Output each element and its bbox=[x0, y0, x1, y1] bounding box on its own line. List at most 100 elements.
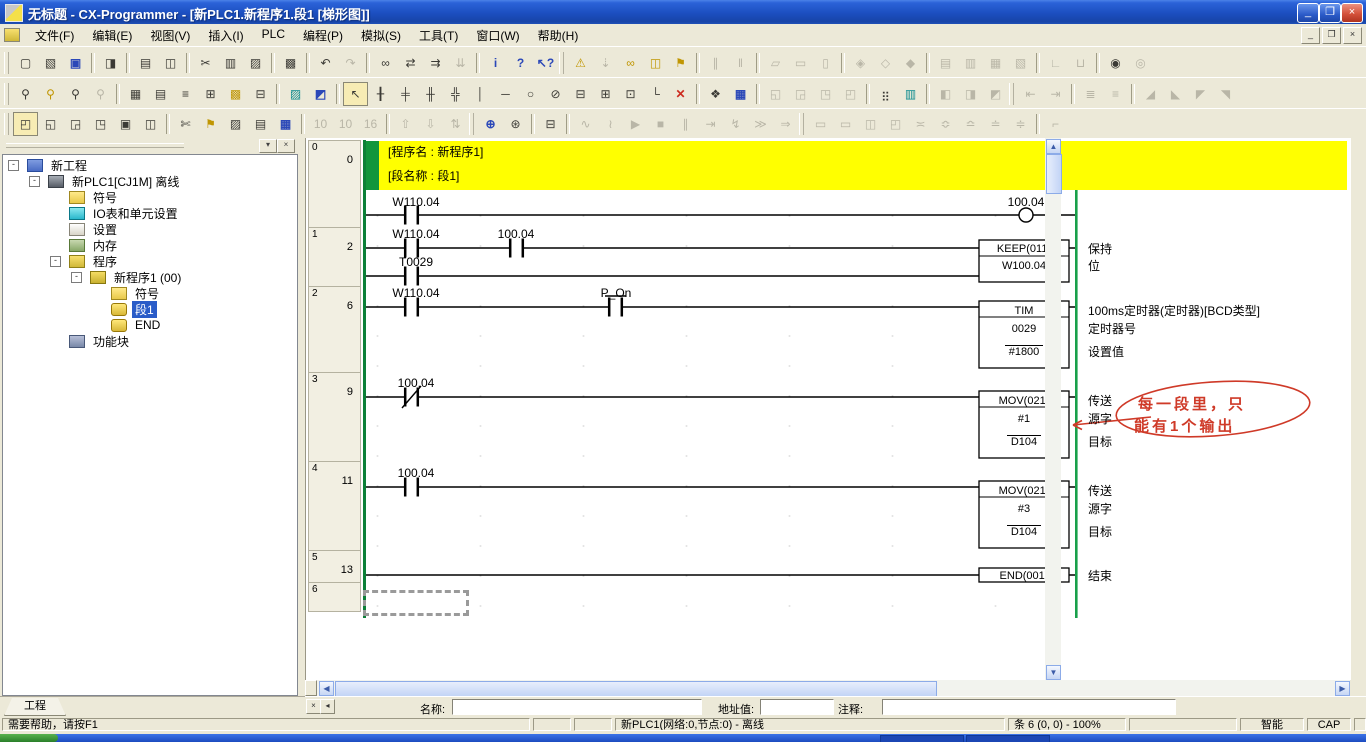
line-connect-icon[interactable]: └ bbox=[643, 82, 668, 106]
indent-right-icon[interactable]: ⇥ bbox=[1043, 82, 1068, 106]
menu-program[interactable]: 编程(P) bbox=[294, 24, 352, 47]
options-icon[interactable]: ⊟ bbox=[538, 112, 563, 136]
force-set-icon[interactable]: ◢ bbox=[1138, 82, 1163, 106]
rung-gutter-cell[interactable]: 1 2 bbox=[308, 227, 361, 287]
watch-scroll-left-icon[interactable]: ◂ bbox=[320, 699, 335, 714]
taskbar-button[interactable] bbox=[880, 735, 964, 742]
force-off-icon[interactable]: ⊔ bbox=[1068, 51, 1093, 75]
horizontal-scroll-thumb[interactable] bbox=[335, 681, 937, 697]
horizontal-line-icon[interactable]: ─ bbox=[493, 82, 518, 106]
minimize-button[interactable]: _ bbox=[1297, 3, 1319, 23]
scroll-right-icon[interactable]: ▶ bbox=[1335, 681, 1350, 696]
rung-gutter-cell[interactable]: 2 6 bbox=[308, 286, 361, 373]
paste-special-icon[interactable]: ▩ bbox=[278, 51, 303, 75]
contact-w110-04-rung2[interactable] bbox=[405, 298, 418, 317]
insert-rung-below-icon[interactable]: ◲ bbox=[788, 82, 813, 106]
diff-both-icon[interactable]: ≏ bbox=[958, 112, 983, 136]
validate-warning-icon[interactable]: ⚠ bbox=[568, 51, 593, 75]
find-next-icon[interactable]: ⇉ bbox=[423, 51, 448, 75]
address-reference-icon[interactable]: ⚑ bbox=[198, 112, 223, 136]
redo-icon[interactable]: ↷ bbox=[338, 51, 363, 75]
watch-del-icon[interactable]: ◨ bbox=[958, 82, 983, 106]
diff-down-icon[interactable]: ≎ bbox=[933, 112, 958, 136]
find-error-icon[interactable]: ∞ bbox=[618, 51, 643, 75]
taskbar-button[interactable] bbox=[966, 735, 1050, 742]
indent-left-icon[interactable]: ⇤ bbox=[1018, 82, 1043, 106]
compile-icon[interactable]: ◨ bbox=[98, 51, 123, 75]
open-file-icon[interactable]: ▧ bbox=[38, 51, 63, 75]
io-window-icon[interactable]: ◫ bbox=[138, 112, 163, 136]
set-password-icon[interactable]: ⊕ bbox=[478, 112, 503, 136]
tree-item-function-block[interactable]: 功能块 bbox=[3, 333, 297, 349]
resume-hand-icon[interactable]: ≀ bbox=[598, 112, 623, 136]
menu-tools[interactable]: 工具(T) bbox=[410, 24, 467, 47]
ladder-editor[interactable]: 0 0 1 2 2 6 3 9 bbox=[305, 138, 1351, 680]
delete-rung-icon[interactable]: ◳ bbox=[813, 82, 838, 106]
contact-no-icon[interactable]: ╂ bbox=[368, 82, 393, 106]
coil-no-icon[interactable]: ○ bbox=[518, 82, 543, 106]
start-button[interactable] bbox=[0, 734, 58, 742]
align-top-icon[interactable]: ≣ bbox=[1078, 82, 1103, 106]
output-window-icon[interactable]: ▤ bbox=[248, 112, 273, 136]
tree-view-icon[interactable]: ⊟ bbox=[248, 82, 273, 106]
error-log-icon[interactable]: ⚑ bbox=[668, 51, 693, 75]
zoom-in-icon[interactable]: ⚲ bbox=[13, 82, 38, 106]
tree-item-end[interactable]: END bbox=[3, 317, 297, 333]
windows-taskbar[interactable] bbox=[0, 734, 1366, 742]
menu-help[interactable]: 帮助(H) bbox=[529, 24, 588, 47]
menu-plc[interactable]: PLC bbox=[253, 24, 294, 47]
error-list-icon[interactable]: ◫ bbox=[643, 51, 668, 75]
calendar-icon[interactable]: ▦ bbox=[728, 82, 753, 106]
tree-item-settings[interactable]: 设置 bbox=[3, 221, 297, 237]
cascade-window-icon[interactable]: ◰ bbox=[13, 112, 38, 136]
zoom-custom-icon[interactable]: ⚲ bbox=[38, 82, 63, 106]
rung-comment-icon[interactable]: ▤ bbox=[148, 82, 173, 106]
replace-icon[interactable]: ⇄ bbox=[398, 51, 423, 75]
rung-gutter-cell[interactable]: 6 bbox=[308, 582, 361, 612]
instruction-icon[interactable]: ⊟ bbox=[568, 82, 593, 106]
menu-simulation[interactable]: 模拟(S) bbox=[352, 24, 410, 47]
breakpoint-disable-icon[interactable]: ◰ bbox=[883, 112, 908, 136]
diff-clear-icon[interactable]: ≑ bbox=[1008, 112, 1033, 136]
tree-item-symbols2[interactable]: 符号 bbox=[3, 285, 297, 301]
menu-edit[interactable]: 编辑(E) bbox=[83, 24, 141, 47]
step-icon[interactable]: ⇥ bbox=[698, 112, 723, 136]
watch-comment-field[interactable] bbox=[882, 699, 1176, 715]
menu-window[interactable]: 窗口(W) bbox=[467, 24, 528, 47]
step-out-icon[interactable]: ≫ bbox=[748, 112, 773, 136]
coil-nc-icon[interactable]: ⊘ bbox=[543, 82, 568, 106]
save-icon[interactable]: ▣ bbox=[63, 51, 88, 75]
close-button[interactable]: × bbox=[1341, 3, 1363, 23]
mdi-child-icon[interactable] bbox=[4, 28, 20, 42]
zoom-out-icon[interactable]: ⚲ bbox=[63, 82, 88, 106]
scroll-down-icon[interactable]: ▼ bbox=[1046, 665, 1061, 680]
pane-split-handle[interactable] bbox=[305, 680, 317, 696]
title-bar[interactable]: 无标题 - CX-Programmer - [新PLC1.新程序1.段1 [梯形… bbox=[0, 0, 1366, 24]
help-icon[interactable]: ? bbox=[508, 51, 533, 75]
select-tool-icon[interactable]: ↖ bbox=[343, 82, 368, 106]
edit-rung-icon[interactable]: ◰ bbox=[838, 82, 863, 106]
tile-window-icon[interactable]: ◱ bbox=[38, 112, 63, 136]
tree-drag-handle[interactable] bbox=[6, 143, 184, 148]
mdi-restore-button[interactable]: ❐ bbox=[1322, 27, 1341, 44]
transfer-from-plc-icon[interactable]: ▭ bbox=[788, 51, 813, 75]
release-password-icon[interactable]: ⊛ bbox=[503, 112, 528, 136]
io-table-icon[interactable]: ▦ bbox=[273, 112, 298, 136]
tree-expander-icon[interactable]: - bbox=[71, 272, 82, 283]
pause-icon[interactable]: ‖ bbox=[728, 51, 753, 75]
tree-item-memory[interactable]: 内存 bbox=[3, 237, 297, 253]
tree-item-symbols[interactable]: 符号 bbox=[3, 189, 297, 205]
contact-p-on[interactable] bbox=[609, 298, 622, 317]
diagram-window-icon[interactable]: ◲ bbox=[63, 112, 88, 136]
vertical-scroll-thumb[interactable] bbox=[1046, 154, 1062, 194]
breakpoint-clear-icon[interactable]: ▭ bbox=[833, 112, 858, 136]
menu-view[interactable]: 视图(V) bbox=[141, 24, 199, 47]
force-reset-icon[interactable]: ◣ bbox=[1163, 82, 1188, 106]
watch-address-field[interactable] bbox=[760, 699, 834, 715]
scroll-up-icon[interactable]: ▲ bbox=[1046, 139, 1061, 154]
tree-item-section1[interactable]: 段1 bbox=[3, 301, 297, 317]
diff-up-icon[interactable]: ≍ bbox=[908, 112, 933, 136]
restore-button[interactable]: ❐ bbox=[1319, 3, 1341, 23]
menu-insert[interactable]: 插入(I) bbox=[199, 24, 252, 47]
tree-expander-icon[interactable]: - bbox=[8, 160, 19, 171]
